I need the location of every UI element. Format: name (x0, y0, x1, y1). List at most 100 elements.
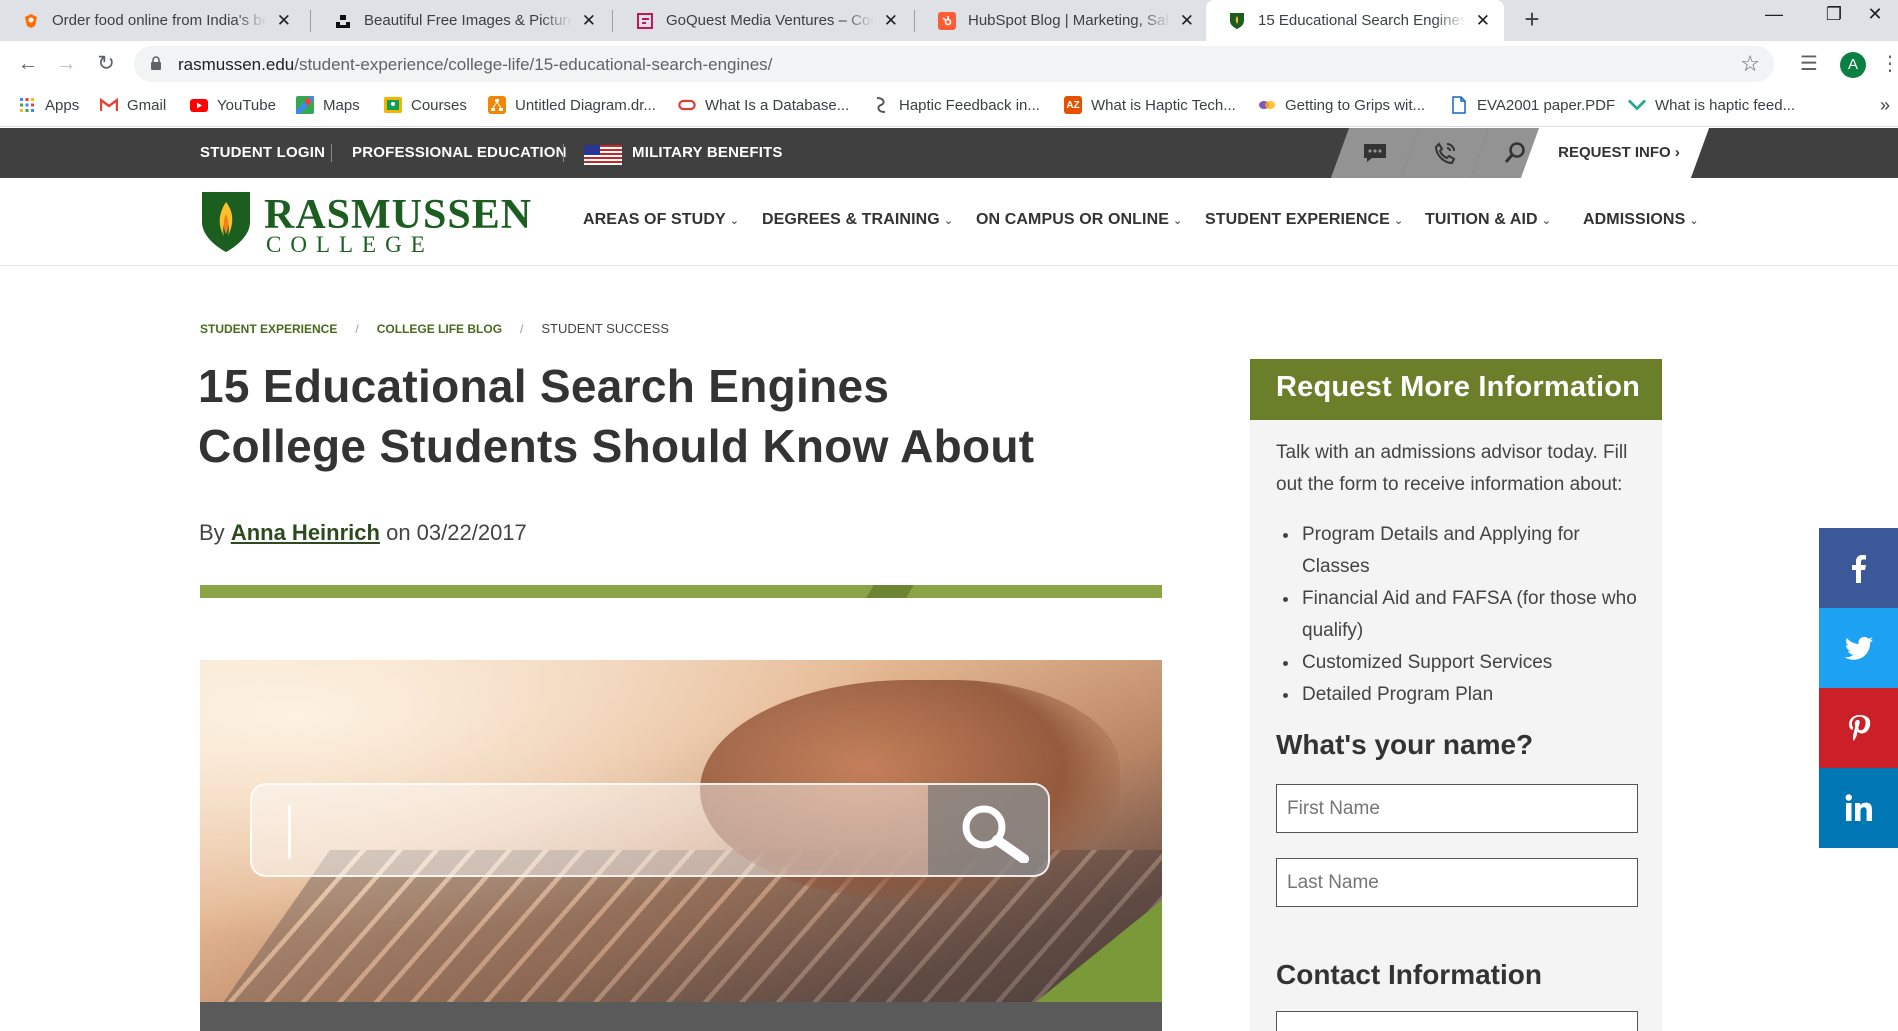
professional-education-link[interactable]: PROFESSIONAL EDUCATION (352, 144, 567, 161)
bookmark-oracle[interactable]: What Is a Database... (678, 96, 849, 114)
bookmark-haptic-feed[interactable]: What is haptic feed... (1628, 96, 1795, 114)
divider-notch (866, 585, 914, 598)
breadcrumb-college-life-blog[interactable]: COLLEGE LIFE BLOG (377, 322, 502, 336)
tab-separator (612, 10, 613, 32)
us-flag-icon (584, 145, 622, 165)
youtube-icon (190, 96, 208, 114)
breadcrumb-student-experience[interactable]: STUDENT EXPERIENCE (200, 322, 337, 336)
url-path: /student-experience/college-life/15-educ… (294, 55, 773, 74)
rasmussen-logo[interactable]: RASMUSSEN COLLEGE (200, 190, 531, 257)
military-benefits-link[interactable]: MILITARY BENEFITS (632, 144, 783, 161)
restore-window-icon[interactable]: ❐ (1811, 4, 1857, 25)
nav-degrees-training[interactable]: DEGREES & TRAINING ⌄ (762, 211, 953, 229)
tab-title: Beautiful Free Images & Pictures (364, 12, 572, 29)
back-arrow-icon[interactable]: ← (14, 50, 42, 78)
bookmark-gmail[interactable]: Gmail (100, 96, 166, 114)
bookmark-courses[interactable]: Courses (384, 96, 467, 114)
lock-icon[interactable] (150, 56, 162, 70)
article-title: 15 Educational Search Engines College St… (198, 360, 1035, 472)
last-name-field[interactable] (1276, 858, 1638, 907)
linkedin-icon (1845, 794, 1872, 821)
student-login-link[interactable]: STUDENT LOGIN (200, 144, 325, 161)
contact-field[interactable] (1276, 1011, 1638, 1031)
author-link[interactable]: Anna Heinrich (231, 520, 380, 545)
browser-tab-rasmussen[interactable]: 15 Educational Search Engines Co ✕ (1206, 0, 1504, 41)
browser-tab-hubspot[interactable]: HubSpot Blog | Marketing, Sales ✕ (916, 0, 1208, 41)
share-twitter-button[interactable] (1819, 608, 1898, 688)
form-header: Request More Information (1250, 359, 1662, 420)
apps-grid-icon (18, 96, 36, 114)
bookmark-label: What is Haptic Tech... (1091, 96, 1236, 114)
url-domain: rasmussen.edu (178, 55, 295, 74)
oracle-icon (678, 96, 696, 114)
close-tab-icon[interactable]: ✕ (1180, 11, 1194, 31)
bookmark-drawio[interactable]: Untitled Diagram.dr... (488, 96, 656, 114)
close-window-icon[interactable]: ✕ (1852, 4, 1898, 25)
new-tab-plus-icon[interactable]: + (1518, 6, 1546, 34)
hero-search-button-graphic (928, 785, 1048, 875)
bookmark-label: EVA2001 paper.PDF (1477, 96, 1616, 114)
chevron-down-icon: ⌄ (943, 215, 954, 227)
forward-arrow-icon[interactable]: → (52, 50, 80, 78)
twitter-icon (1844, 636, 1873, 660)
chevron-down-icon: ⌄ (1541, 215, 1552, 227)
nav-label: AREAS OF STUDY (583, 211, 726, 228)
bookmark-getting-to-grips[interactable]: Getting to Grips wit... (1258, 96, 1425, 114)
bookmarks-overflow-icon[interactable]: » (1880, 95, 1890, 116)
bookmark-eva2001-pdf[interactable]: EVA2001 paper.PDF (1450, 96, 1615, 114)
logo-sub: COLLEGE (266, 232, 434, 257)
browser-tab-unsplash[interactable]: Beautiful Free Images & Pictures ✕ (312, 0, 610, 41)
nav-label: ON CAMPUS OR ONLINE (976, 211, 1170, 228)
share-linkedin-button[interactable] (1819, 768, 1898, 848)
close-tab-icon[interactable]: ✕ (884, 11, 898, 31)
close-tab-icon[interactable]: ✕ (1476, 11, 1490, 31)
bookmark-youtube[interactable]: YouTube (190, 96, 276, 114)
site-main-nav: RASMUSSEN COLLEGE AREAS OF STUDY ⌄ DEGREE… (0, 178, 1898, 266)
bookmark-haptic-tech[interactable]: AZ What is Haptic Tech... (1064, 96, 1236, 114)
browser-tab-goquest[interactable]: GoQuest Media Ventures – Content ✕ (614, 0, 912, 41)
utility-divider (563, 144, 564, 162)
tab-title: Order food online from India's best food… (52, 12, 267, 29)
nav-on-campus-or-online[interactable]: ON CAMPUS OR ONLINE ⌄ (976, 211, 1182, 229)
nav-label: TUITION & AID (1425, 211, 1538, 228)
tab-separator (310, 10, 311, 32)
nav-admissions[interactable]: ADMISSIONS ⌄ (1583, 211, 1699, 229)
link-icon (872, 96, 890, 114)
contact-heading: Contact Information (1276, 959, 1542, 990)
courses-icon (384, 96, 402, 114)
bookmark-apps[interactable]: Apps (18, 96, 79, 114)
bookmark-star-icon[interactable]: ☆ (1740, 51, 1760, 77)
profile-avatar[interactable]: A (1840, 52, 1866, 78)
nav-student-experience[interactable]: STUDENT EXPERIENCE ⌄ (1205, 211, 1403, 229)
close-tab-icon[interactable]: ✕ (582, 11, 596, 31)
bookmark-label: Getting to Grips wit... (1285, 96, 1426, 114)
share-pinterest-button[interactable] (1819, 688, 1898, 768)
close-tab-icon[interactable]: ✕ (277, 11, 291, 31)
utility-divider (331, 144, 332, 162)
url-text[interactable]: rasmussen.edu/student-experience/college… (178, 55, 772, 75)
maps-icon (296, 96, 314, 114)
breadcrumb-separator: / (355, 321, 359, 336)
facebook-icon (1852, 555, 1866, 583)
request-info-button[interactable]: REQUEST INFO › (1520, 128, 1710, 178)
reload-icon[interactable]: ↻ (92, 50, 120, 78)
chat-bubble-icon (1364, 144, 1386, 162)
bookmark-haptic-feedback[interactable]: Haptic Feedback in... (872, 96, 1040, 114)
magnifier-icon (962, 805, 1029, 863)
reading-list-icon[interactable]: ☰ (1800, 51, 1818, 76)
browser-tab-zomato[interactable]: Order food online from India's best food… (0, 0, 305, 41)
share-facebook-button[interactable] (1819, 528, 1898, 608)
bookmark-maps[interactable]: Maps (296, 96, 360, 114)
chevron-down-icon: ⌄ (729, 215, 740, 227)
address-bar[interactable]: rasmussen.edu/student-experience/college… (134, 46, 1774, 82)
browser-menu-icon[interactable]: ⋮ (1880, 51, 1898, 76)
rasmussen-shield-icon (202, 192, 250, 252)
first-name-field[interactable] (1276, 784, 1638, 833)
nav-tuition-aid[interactable]: TUITION & AID ⌄ (1425, 211, 1551, 229)
minimize-window-icon[interactable]: — (1751, 4, 1797, 25)
list-item: Program Details and Applying for Classes (1300, 519, 1650, 583)
browser-toolbar: ← → ↻ rasmussen.edu/student-experience/c… (0, 41, 1898, 87)
az-icon: AZ (1064, 96, 1082, 114)
nav-areas-of-study[interactable]: AREAS OF STUDY ⌄ (583, 211, 739, 229)
list-item: Financial Aid and FAFSA (for those who q… (1300, 583, 1650, 647)
